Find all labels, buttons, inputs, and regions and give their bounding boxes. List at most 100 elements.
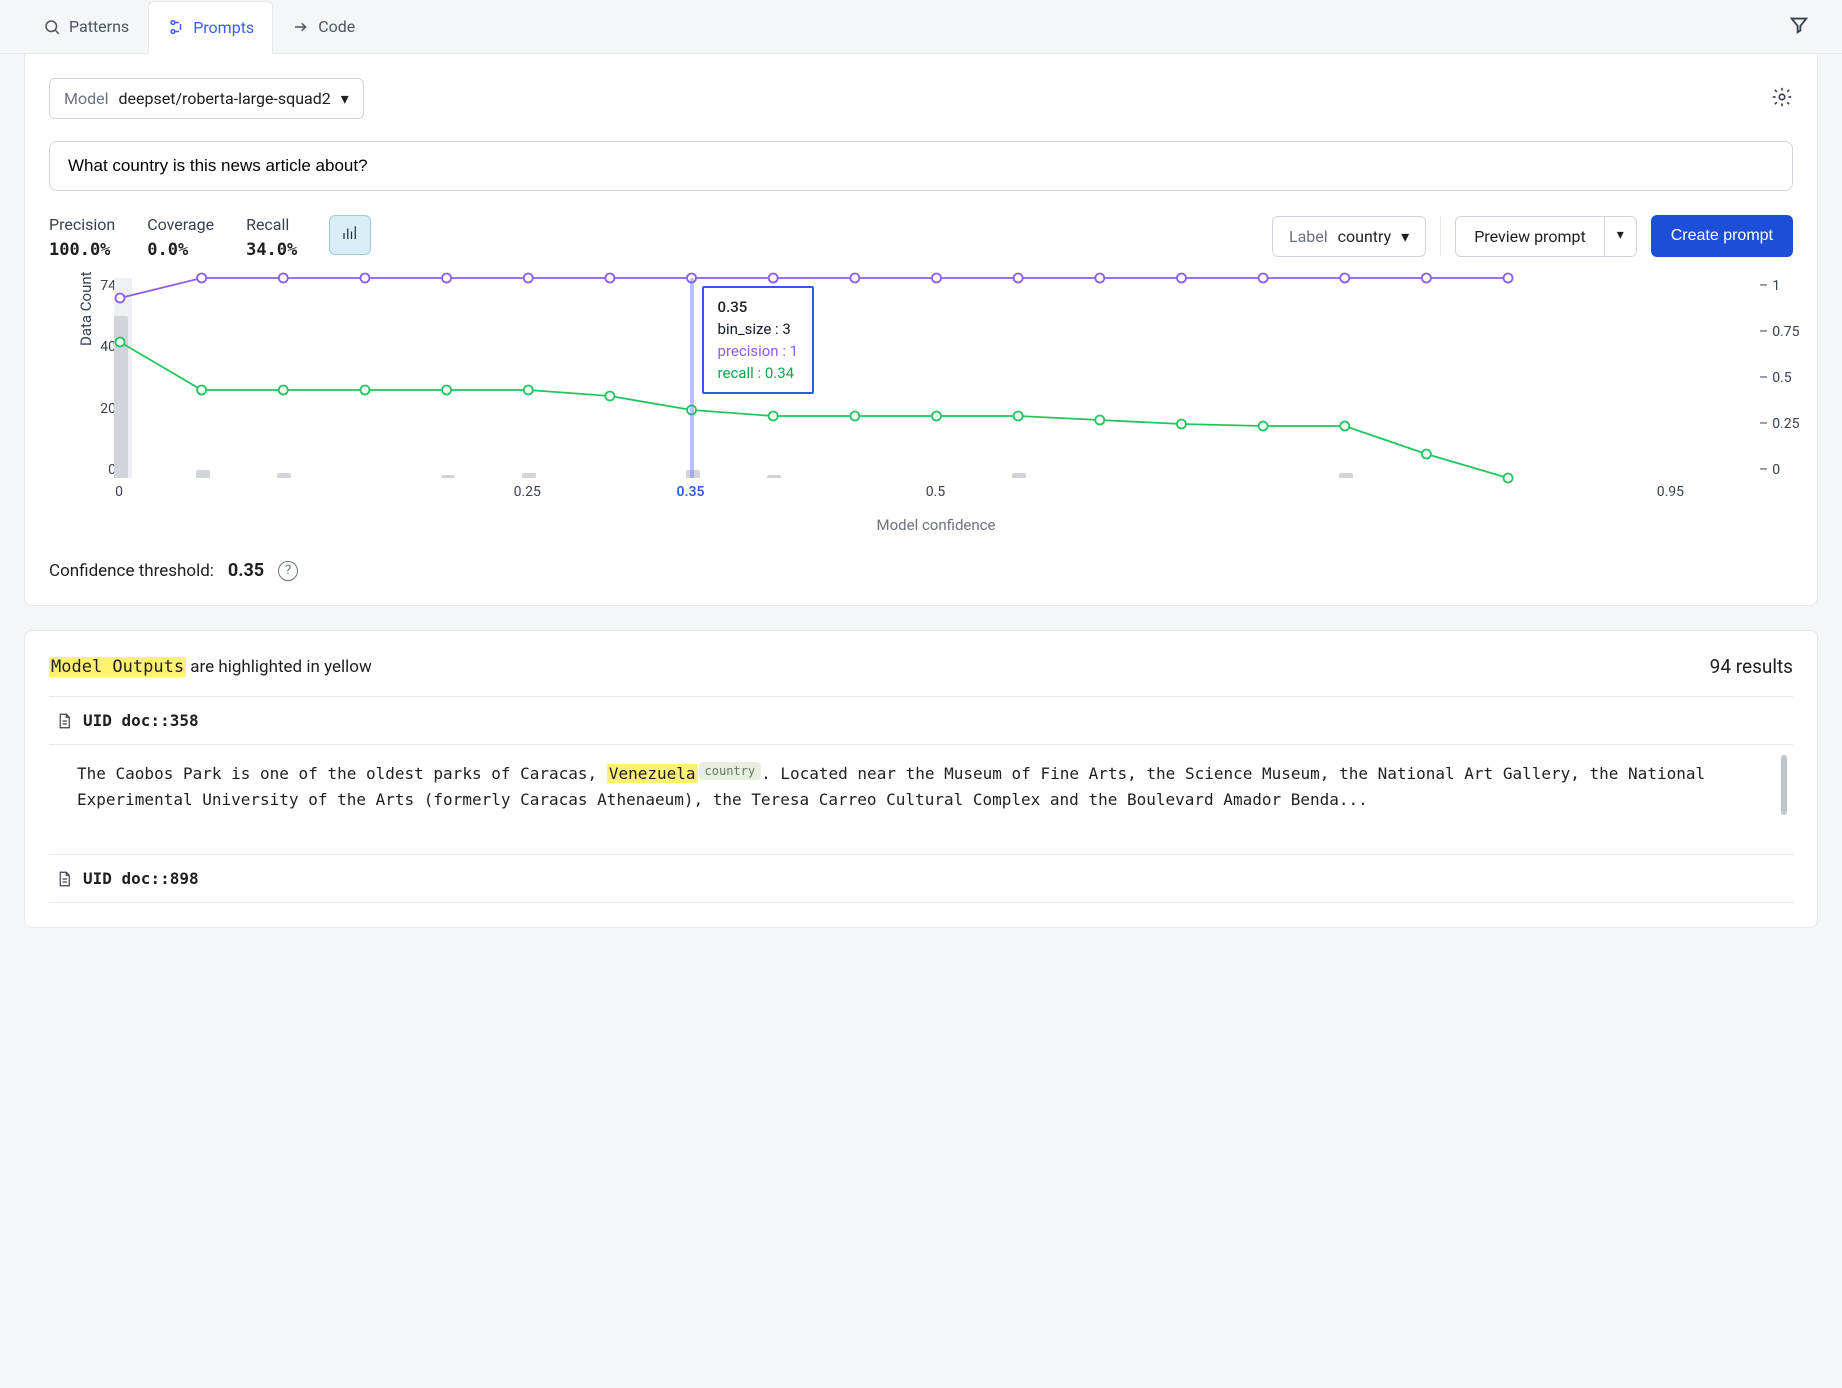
results-legend: Model Outputs are highlighted in yellow xyxy=(49,657,372,677)
filter-button[interactable] xyxy=(1780,6,1818,48)
filter-icon xyxy=(1788,14,1810,36)
x-tick: 0.35 xyxy=(677,484,705,500)
point-precision xyxy=(279,274,288,283)
chart-plot-area[interactable]: 0.35bin_size : 3precision : 1recall : 0.… xyxy=(120,278,1753,478)
tooltip-bin: bin_size : 3 xyxy=(718,320,799,338)
metric-recall: Recall 34.0% xyxy=(246,215,297,260)
prompt-panel: Model deepset/roberta-large-squad2 ▾ Pre… xyxy=(24,54,1818,606)
point-recall xyxy=(932,412,941,421)
prompt-icon xyxy=(167,18,185,36)
x-tick: 0.95 xyxy=(1657,484,1684,500)
tab-code[interactable]: Code xyxy=(273,0,374,53)
model-output-highlight: Venezuela xyxy=(607,764,698,783)
tooltip-x: 0.35 xyxy=(718,298,799,316)
metric-value: 34.0% xyxy=(246,240,297,260)
point-precision xyxy=(1504,274,1513,283)
chart-x-label: Model confidence xyxy=(119,516,1753,534)
settings-button[interactable] xyxy=(1771,86,1793,112)
point-precision xyxy=(605,274,614,283)
point-recall xyxy=(1095,416,1104,425)
point-recall xyxy=(1259,422,1268,431)
metric-label: Coverage xyxy=(147,215,214,234)
x-tick: 0.25 xyxy=(514,484,541,500)
point-precision xyxy=(360,274,369,283)
point-precision xyxy=(1177,274,1186,283)
y2-tick: 0 xyxy=(1759,462,1807,478)
y2-tick: 0.5 xyxy=(1759,370,1807,386)
metric-value: 100.0% xyxy=(49,240,115,260)
point-recall xyxy=(605,392,614,401)
doc-header[interactable]: UID doc::898 xyxy=(49,855,1793,903)
chevron-down-icon: ▾ xyxy=(1617,227,1624,243)
point-precision xyxy=(769,274,778,283)
x-tick: 0.5 xyxy=(926,484,945,500)
point-recall xyxy=(116,338,125,347)
point-recall xyxy=(850,412,859,421)
metric-label: Recall xyxy=(246,215,297,234)
tooltip-precision: precision : 1 xyxy=(718,342,799,360)
y2-tick: 1 xyxy=(1759,278,1807,294)
search-icon xyxy=(43,18,61,36)
results-panel: Model Outputs are highlighted in yellow … xyxy=(24,630,1818,928)
point-recall xyxy=(279,386,288,395)
point-precision xyxy=(1340,274,1349,283)
threshold-cursor[interactable] xyxy=(690,278,694,478)
label-select[interactable]: Label country ▾ xyxy=(1272,216,1426,257)
result-doc: UID doc::358The Caobos Park is one of th… xyxy=(49,696,1793,836)
point-precision xyxy=(442,274,451,283)
doc-text: The Caobos Park is one of the oldest par… xyxy=(77,764,607,783)
y-tick: 0 xyxy=(80,462,116,478)
chart-toggle-button[interactable] xyxy=(329,215,371,255)
doc-uid: UID doc::358 xyxy=(83,711,199,730)
y-tick: 20 xyxy=(80,401,116,417)
bar-chart-icon xyxy=(340,224,360,242)
preview-prompt-menu[interactable]: ▾ xyxy=(1604,216,1637,257)
point-recall xyxy=(360,386,369,395)
y-tick: 40 xyxy=(80,339,116,355)
preview-prompt-label[interactable]: Preview prompt xyxy=(1455,216,1604,257)
metric-coverage: Coverage 0.0% xyxy=(147,215,214,260)
series-precision xyxy=(120,278,1508,298)
point-precision xyxy=(197,274,206,283)
results-legend-highlight: Model Outputs xyxy=(49,657,186,677)
results-legend-rest: are highlighted in yellow xyxy=(186,657,372,677)
label-select-value: country xyxy=(1338,227,1392,246)
point-recall xyxy=(1177,420,1186,429)
point-recall xyxy=(197,386,206,395)
create-prompt-button[interactable]: Create prompt xyxy=(1651,215,1793,257)
question-input[interactable] xyxy=(49,141,1793,191)
doc-header[interactable]: UID doc::358 xyxy=(49,697,1793,745)
chart-y2-ticks: 1 0.75 0.5 0.25 0 xyxy=(1759,278,1807,478)
help-icon[interactable]: ? xyxy=(278,561,298,581)
confidence-chart: Data Count 7440200 10.750.50.250 0.35bin… xyxy=(49,278,1793,534)
tab-bar: Patterns Prompts Code xyxy=(0,0,1842,54)
preview-prompt-button[interactable]: Preview prompt ▾ xyxy=(1455,216,1637,257)
document-icon xyxy=(55,712,73,730)
series-recall xyxy=(120,342,1508,478)
chevron-down-icon: ▾ xyxy=(341,89,349,108)
point-precision xyxy=(116,294,125,303)
point-recall xyxy=(524,386,533,395)
model-select-label: Model xyxy=(64,89,109,108)
y2-tick: 0.75 xyxy=(1759,324,1807,340)
tab-patterns[interactable]: Patterns xyxy=(24,0,148,53)
threshold-value: 0.35 xyxy=(228,560,264,581)
separator xyxy=(1440,216,1441,256)
tab-prompts[interactable]: Prompts xyxy=(148,1,273,54)
scrollbar-thumb[interactable] xyxy=(1781,755,1787,815)
results-count: 94 results xyxy=(1710,655,1793,678)
point-precision xyxy=(1095,274,1104,283)
point-recall xyxy=(1014,412,1023,421)
point-precision xyxy=(932,274,941,283)
model-select[interactable]: Model deepset/roberta-large-squad2 ▾ xyxy=(49,78,364,119)
chart-y-ticks: 74 40 20 0 xyxy=(80,278,116,478)
y2-tick: 0.25 xyxy=(1759,416,1807,432)
model-select-value: deepset/roberta-large-squad2 xyxy=(119,89,331,108)
point-precision xyxy=(524,274,533,283)
chart-x-axis: 00.250.350.50.95 xyxy=(119,484,1753,510)
y-tick: 74 xyxy=(80,278,116,294)
point-recall xyxy=(1422,450,1431,459)
document-icon xyxy=(55,870,73,888)
point-recall xyxy=(442,386,451,395)
point-precision xyxy=(850,274,859,283)
